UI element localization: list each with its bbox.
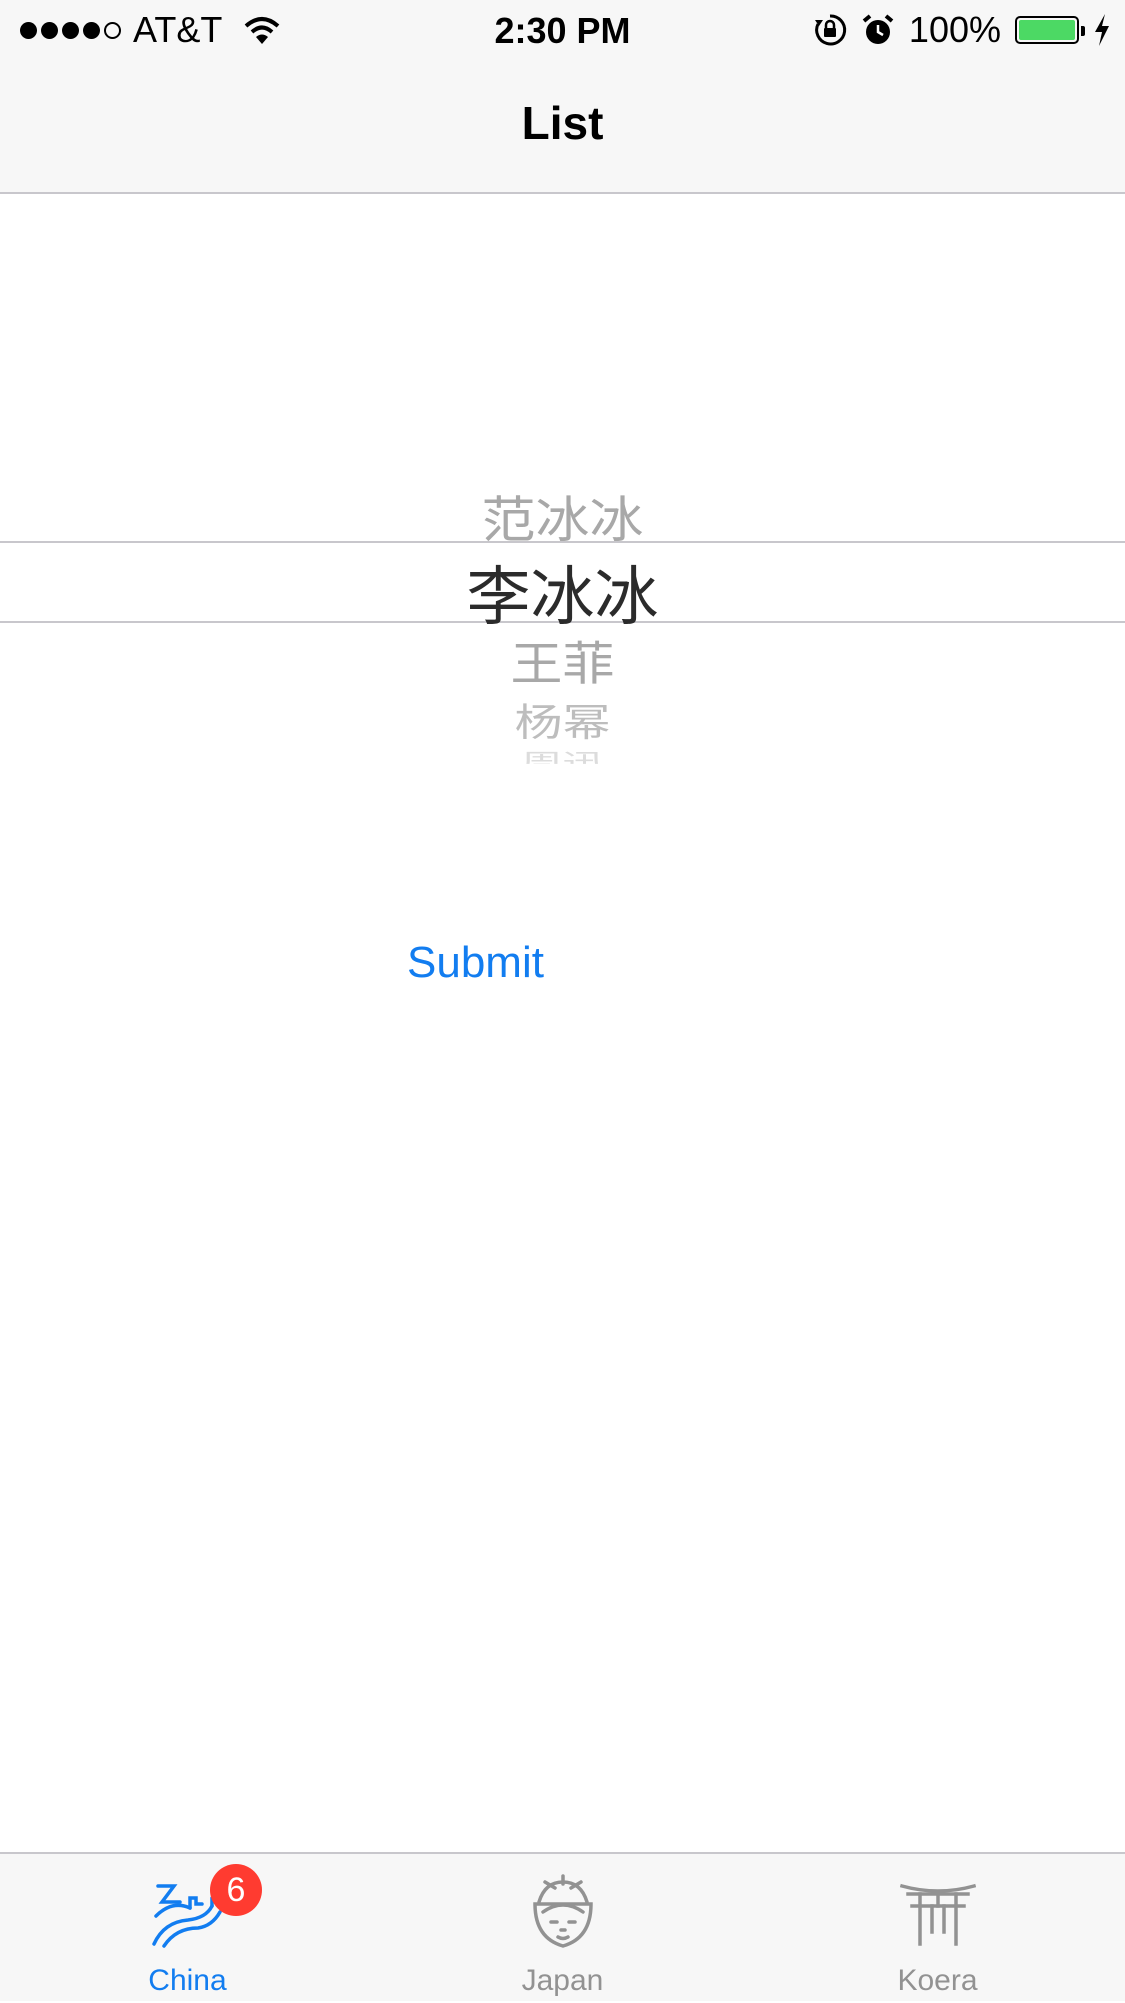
page-title: List: [521, 97, 604, 149]
picker-item[interactable]: 范冰冰: [0, 479, 1125, 552]
picker-item-selected[interactable]: 李冰冰: [0, 546, 1125, 638]
tab-label-japan: Japan: [521, 1964, 604, 1997]
torii-gate-icon: [900, 1883, 976, 1946]
status-right: 100%: [813, 9, 1111, 50]
charging-bolt-icon: [1095, 14, 1109, 46]
name-picker[interactable]: 范冰冰 李冰冰 王菲 杨幂 周迅: [0, 460, 1125, 790]
tab-japan[interactable]: Japan: [375, 1854, 750, 2003]
status-bar: AT&T 2:30 PM 100%: [0, 0, 1125, 60]
rotation-lock-icon: [814, 14, 847, 46]
picker-item[interactable]: 杨幂: [0, 691, 1125, 747]
battery-percent: 100%: [908, 9, 1001, 50]
submit-button[interactable]: Submit: [407, 938, 544, 988]
battery-icon: [1015, 16, 1085, 44]
tab-label-china: China: [148, 1964, 227, 1997]
notification-badge: 6: [210, 1864, 262, 1916]
tab-label-koera: Koera: [897, 1964, 978, 1997]
navigation-bar: List: [0, 60, 1125, 194]
tab-china[interactable]: 6 China: [0, 1854, 375, 2003]
tab-koera[interactable]: Koera: [750, 1854, 1125, 2003]
tab-bar: 6 China Japan Koera: [0, 1852, 1125, 2001]
alarm-icon: [862, 14, 894, 44]
geisha-icon: [533, 1874, 593, 1948]
picker-item[interactable]: 周迅: [0, 744, 1125, 764]
picker-item[interactable]: 王菲: [0, 626, 1125, 694]
